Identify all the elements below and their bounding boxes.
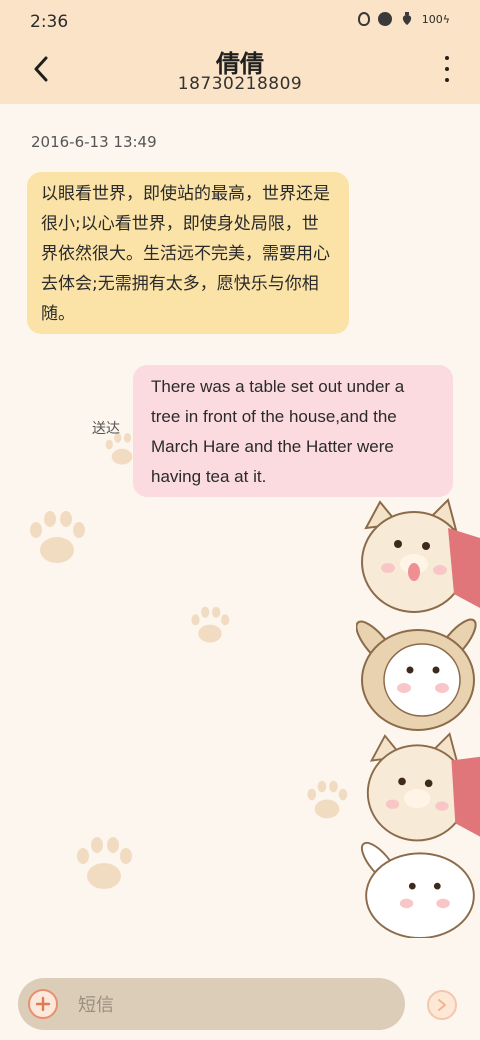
status-time: 2:36	[30, 12, 69, 32]
notification-dot-icon	[377, 12, 392, 26]
delivery-status: 送达	[92, 421, 120, 437]
status-icons: 100ϟ	[357, 12, 450, 26]
incoming-message-bubble[interactable]: 以眼看世界，即使站的最高，世界还是很小;以心看世界，即使身处局限，世界依然很大。…	[27, 172, 349, 334]
avocado-icon	[357, 12, 370, 26]
strawberry-icon	[402, 12, 411, 25]
paw-print-decoration	[307, 780, 348, 819]
phone-number: 18730218809	[177, 74, 303, 94]
more-options-button[interactable]	[442, 56, 452, 82]
rabbit-illustration	[356, 618, 477, 731]
app-header: 2:36 100ϟ 倩倩 18730218809	[0, 0, 480, 104]
paw-print-decoration	[77, 837, 132, 889]
add-icon	[35, 996, 51, 1012]
paw-print-decoration	[191, 606, 230, 643]
cat-illustration	[361, 498, 480, 613]
charging-icon: ϟ	[442, 12, 450, 26]
rabbit-illustration	[360, 841, 475, 938]
battery-level: 100ϟ	[421, 12, 450, 26]
more-vertical-icon	[445, 56, 449, 60]
add-attachment-button[interactable]	[28, 989, 58, 1019]
paw-print-decoration	[30, 511, 85, 563]
message-input[interactable]	[76, 988, 380, 1022]
cat-illustration	[366, 732, 480, 842]
send-button[interactable]	[427, 990, 457, 1020]
send-icon	[438, 999, 446, 1011]
message-composer	[18, 978, 405, 1030]
message-timestamp: 2016-6-13 13:49	[31, 133, 157, 151]
outgoing-message-bubble[interactable]: There was a table set out under a tree i…	[133, 365, 453, 497]
